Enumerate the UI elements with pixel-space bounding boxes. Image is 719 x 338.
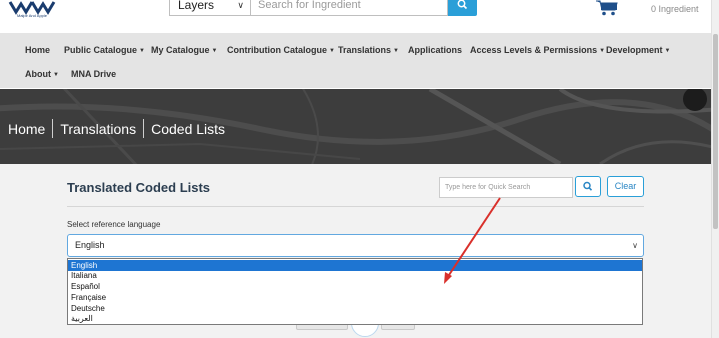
language-option-arabic[interactable]: العربية (68, 313, 642, 324)
quick-search-button[interactable] (575, 176, 601, 197)
search-button[interactable] (448, 0, 477, 16)
nav-public-catalogue[interactable]: Public Catalogue ▼ (64, 45, 145, 55)
cart-count[interactable]: 0 Ingredient (651, 4, 699, 14)
nav-access-levels[interactable]: Access Levels & Permissions ▼ (470, 45, 605, 55)
chevron-down-icon: ∨ (632, 241, 638, 250)
nav-translations[interactable]: Translations ▼ (338, 45, 399, 55)
nav-label: About (25, 69, 51, 79)
caret-down-icon: ▼ (139, 48, 145, 54)
breadcrumb-translations[interactable]: Translations (60, 121, 136, 137)
language-option-italiana[interactable]: Italiana (68, 270, 642, 281)
nav-label: Public Catalogue (64, 45, 138, 55)
caret-down-icon: ▼ (393, 48, 399, 54)
language-option-francaise[interactable]: Française (68, 292, 642, 303)
chevron-down-icon: ∨ (237, 0, 244, 10)
nav-label: Translations (338, 45, 392, 55)
clear-button[interactable]: Clear (607, 176, 644, 197)
breadcrumb-current: Coded Lists (151, 121, 226, 137)
language-option-espanol[interactable]: Español (68, 281, 642, 292)
caret-down-icon: ▼ (329, 48, 335, 54)
nav-applications[interactable]: Applications (408, 45, 462, 55)
nav-contribution-catalogue[interactable]: Contribution Catalogue ▼ (227, 45, 335, 55)
nav-label: Applications (408, 45, 463, 55)
scrollbar-thumb[interactable] (713, 34, 718, 229)
main-nav: Home Public Catalogue ▼ My Catalogue ▼ Con… (0, 33, 711, 88)
category-select-value: Layers (178, 0, 215, 12)
caret-down-icon: ▼ (53, 72, 59, 78)
logo-caption: Malplr And Apple (16, 13, 48, 18)
page-title: Translated Coded Lists (67, 180, 211, 195)
ingredient-search-input[interactable]: Search for Ingredient (251, 0, 448, 16)
breadcrumb-separator (143, 119, 145, 138)
reference-language-label: Select reference language (67, 220, 161, 229)
breadcrumb: Home Translations Coded Lists (8, 119, 225, 138)
nav-about[interactable]: About ▼ (25, 69, 59, 79)
search-icon (583, 181, 593, 191)
nav-label: Access Levels & Permissions (470, 45, 598, 55)
reference-language-select[interactable]: English ∨ (67, 234, 644, 257)
caret-down-icon: ▼ (664, 48, 671, 54)
nav-label: My Catalogue (151, 45, 210, 55)
nav-development[interactable]: Development ▼ (606, 45, 670, 55)
reference-language-value: English (75, 240, 105, 250)
nav-label: MNA Drive (71, 69, 117, 79)
divider (67, 206, 644, 207)
category-select[interactable]: Layers ∨ (169, 0, 251, 16)
breadcrumb-home[interactable]: Home (8, 121, 45, 137)
nav-label: Development (606, 45, 663, 55)
search-icon (457, 0, 468, 10)
nav-label: Home (25, 45, 51, 55)
nav-my-catalogue[interactable]: My Catalogue ▼ (151, 45, 217, 55)
caret-down-icon: ▼ (599, 48, 606, 54)
cart-icon[interactable] (596, 0, 618, 16)
caret-down-icon: ▼ (211, 48, 218, 54)
nav-mna-drive[interactable]: MNA Drive (71, 69, 116, 79)
language-dropdown-list: English Italiana Español Française Deuts… (67, 258, 643, 325)
nav-home[interactable]: Home (25, 45, 50, 55)
quick-search-input[interactable]: Type here for Quick Search (439, 177, 573, 198)
nav-label: Contribution Catalogue (227, 45, 327, 55)
breadcrumb-separator (52, 119, 54, 138)
